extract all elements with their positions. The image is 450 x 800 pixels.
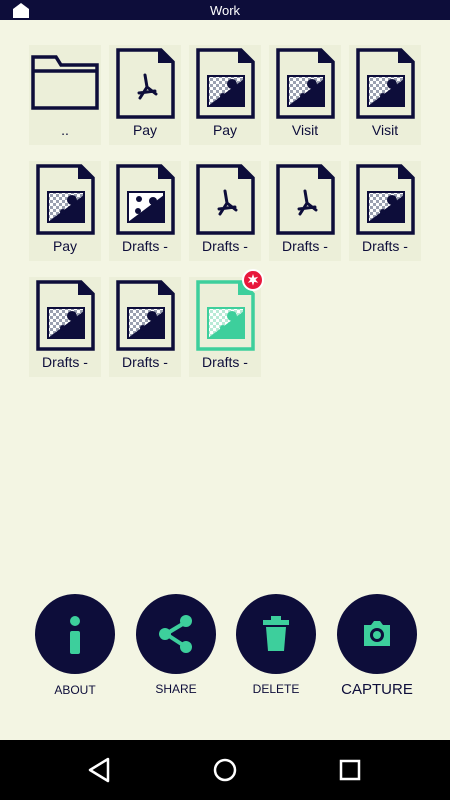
file-tile-drafts-photo[interactable]: Drafts - <box>109 161 181 261</box>
file-tile-pay-pdf[interactable]: Pay <box>109 45 181 145</box>
image-file-icon <box>29 277 101 355</box>
file-tile-visit-image[interactable]: Visit <box>269 45 341 145</box>
home-circle-icon[interactable] <box>195 750 255 790</box>
file-label: Drafts - <box>122 238 168 254</box>
file-label: Pay <box>132 122 158 138</box>
capture-button[interactable]: CAPTURE <box>327 590 427 705</box>
file-tile-drafts-image-new[interactable]: Drafts - <box>189 277 261 377</box>
file-label: Pay <box>52 238 78 254</box>
back-icon[interactable] <box>70 750 130 790</box>
image-file-icon <box>109 277 181 355</box>
capture-label: CAPTURE <box>341 681 413 698</box>
share-button[interactable]: SHARE <box>126 590 226 705</box>
about-label: ABOUT <box>54 683 96 697</box>
file-tile-pay-image[interactable]: Pay <box>189 45 261 145</box>
file-label: Drafts - <box>202 238 248 254</box>
file-label: Visit <box>291 122 319 138</box>
file-grid: .. Pay Pay Visit Visit Pay Drafts - Draf… <box>0 0 450 420</box>
image-file-icon <box>349 161 421 239</box>
share-icon <box>136 594 216 674</box>
delete-label: DELETE <box>252 682 300 696</box>
file-label: Drafts - <box>122 354 168 370</box>
about-button[interactable]: ABOUT <box>25 590 125 705</box>
file-label: .. <box>61 122 69 138</box>
folder-icon <box>29 45 101 123</box>
pdf-file-icon <box>269 161 341 239</box>
file-tile-drafts-image[interactable]: Drafts - <box>109 277 181 377</box>
image-file-icon <box>349 45 421 123</box>
photo-file-icon <box>109 161 181 239</box>
share-label: SHARE <box>155 682 197 696</box>
trash-icon <box>236 594 316 674</box>
file-label: Drafts - <box>362 238 408 254</box>
file-label: Visit <box>371 122 399 138</box>
file-label: Drafts - <box>282 238 328 254</box>
system-nav-bar <box>0 740 450 800</box>
recents-icon[interactable] <box>320 750 380 790</box>
file-tile-parent-folder[interactable]: .. <box>29 45 101 145</box>
pdf-file-icon <box>109 45 181 123</box>
file-label: Drafts - <box>202 354 248 370</box>
action-bar: ABOUT SHARE DELETE CAPTURE <box>0 590 450 710</box>
file-tile-pay-image[interactable]: Pay <box>29 161 101 261</box>
file-tile-visit-image[interactable]: Visit <box>349 45 421 145</box>
image-file-icon <box>269 45 341 123</box>
camera-icon <box>337 594 417 674</box>
image-file-icon <box>29 161 101 239</box>
new-badge-icon <box>242 269 264 291</box>
file-tile-drafts-pdf[interactable]: Drafts - <box>269 161 341 261</box>
delete-button[interactable]: DELETE <box>226 590 326 705</box>
file-label: Pay <box>212 122 238 138</box>
file-label: Drafts - <box>42 354 88 370</box>
image-file-icon <box>189 45 261 123</box>
file-tile-drafts-image[interactable]: Drafts - <box>29 277 101 377</box>
info-icon <box>35 594 115 674</box>
file-tile-drafts-image[interactable]: Drafts - <box>349 161 421 261</box>
file-tile-drafts-pdf[interactable]: Drafts - <box>189 161 261 261</box>
pdf-file-icon <box>189 161 261 239</box>
